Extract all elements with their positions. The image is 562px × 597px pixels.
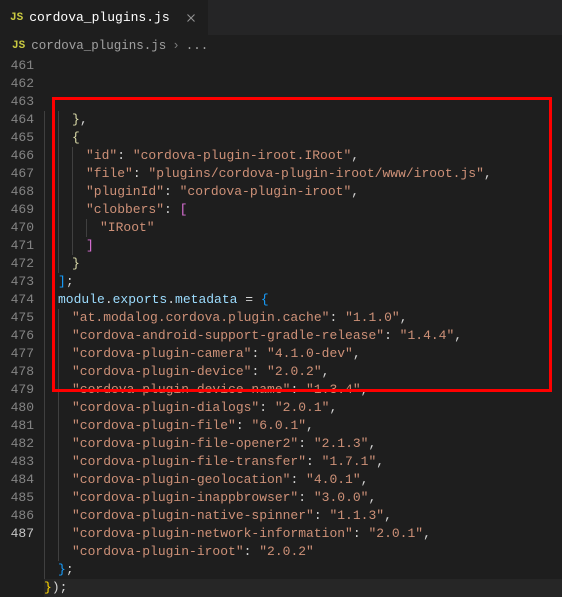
code-line[interactable]: "pluginId": "cordova-plugin-iroot",: [44, 183, 562, 201]
code-line[interactable]: };: [44, 561, 562, 579]
line-number: 474: [0, 291, 34, 309]
js-file-icon: JS: [12, 40, 25, 52]
code-line[interactable]: }: [44, 255, 562, 273]
code-line[interactable]: "IRoot": [44, 219, 562, 237]
code-line[interactable]: ]: [44, 237, 562, 255]
line-number: 463: [0, 93, 34, 111]
code-line[interactable]: "cordova-plugin-device-name": "1.3.4",: [44, 381, 562, 399]
breadcrumb-file: cordova_plugins.js: [31, 39, 166, 53]
line-number: 484: [0, 471, 34, 489]
line-number: 472: [0, 255, 34, 273]
line-number: 468: [0, 183, 34, 201]
code-line[interactable]: "cordova-plugin-file-transfer": "1.7.1",: [44, 453, 562, 471]
code-line[interactable]: },: [44, 111, 562, 129]
code-line[interactable]: "cordova-plugin-iroot": "2.0.2": [44, 543, 562, 561]
line-number: 473: [0, 273, 34, 291]
line-number: 470: [0, 219, 34, 237]
line-number: 477: [0, 345, 34, 363]
code-line[interactable]: "cordova-plugin-file": "6.0.1",: [44, 417, 562, 435]
code-line[interactable]: "cordova-android-support-gradle-release"…: [44, 327, 562, 345]
line-number: 487: [0, 525, 34, 543]
code-line[interactable]: "cordova-plugin-dialogs": "2.0.1",: [44, 399, 562, 417]
line-number: 465: [0, 129, 34, 147]
breadcrumb[interactable]: JS cordova_plugins.js › ...: [0, 35, 562, 57]
line-number: 483: [0, 453, 34, 471]
line-number: 481: [0, 417, 34, 435]
line-number: 476: [0, 327, 34, 345]
line-number: 461: [0, 57, 34, 75]
code-line[interactable]: });: [44, 579, 562, 597]
tab-bar: JS cordova_plugins.js: [0, 0, 562, 35]
line-number: 464: [0, 111, 34, 129]
line-number: 469: [0, 201, 34, 219]
code-line[interactable]: "cordova-plugin-network-information": "2…: [44, 525, 562, 543]
breadcrumb-more: ...: [186, 39, 209, 53]
code-line[interactable]: "clobbers": [: [44, 201, 562, 219]
code-line[interactable]: ];: [44, 273, 562, 291]
code-line[interactable]: "at.modalog.cordova.plugin.cache": "1.1.…: [44, 309, 562, 327]
code-editor[interactable]: 4614624634644654664674684694704714724734…: [0, 57, 562, 570]
tab-active[interactable]: JS cordova_plugins.js: [0, 0, 208, 35]
close-icon[interactable]: [184, 11, 198, 25]
line-number: 482: [0, 435, 34, 453]
code-line[interactable]: "cordova-plugin-file-opener2": "2.1.3",: [44, 435, 562, 453]
line-number: 480: [0, 399, 34, 417]
chevron-right-icon: ›: [172, 39, 180, 53]
code-line[interactable]: module.exports.metadata = {: [44, 291, 562, 309]
line-number-gutter: 4614624634644654664674684694704714724734…: [0, 57, 44, 570]
js-file-icon: JS: [10, 12, 23, 24]
line-number: 479: [0, 381, 34, 399]
code-line[interactable]: "cordova-plugin-native-spinner": "1.1.3"…: [44, 507, 562, 525]
code-line[interactable]: "id": "cordova-plugin-iroot.IRoot",: [44, 147, 562, 165]
line-number: 478: [0, 363, 34, 381]
code-line[interactable]: "file": "plugins/cordova-plugin-iroot/ww…: [44, 165, 562, 183]
line-number: 466: [0, 147, 34, 165]
code-line[interactable]: "cordova-plugin-camera": "4.1.0-dev",: [44, 345, 562, 363]
line-number: 462: [0, 75, 34, 93]
code-line[interactable]: "cordova-plugin-geolocation": "4.0.1",: [44, 471, 562, 489]
line-number: 475: [0, 309, 34, 327]
code-line[interactable]: "cordova-plugin-device": "2.0.2",: [44, 363, 562, 381]
tab-label: cordova_plugins.js: [29, 10, 169, 25]
code-line[interactable]: {: [44, 129, 562, 147]
line-number: 485: [0, 489, 34, 507]
line-number: 486: [0, 507, 34, 525]
line-number: 471: [0, 237, 34, 255]
code-area[interactable]: },{"id": "cordova-plugin-iroot.IRoot","f…: [44, 57, 562, 570]
line-number: 467: [0, 165, 34, 183]
code-line[interactable]: "cordova-plugin-inappbrowser": "3.0.0",: [44, 489, 562, 507]
